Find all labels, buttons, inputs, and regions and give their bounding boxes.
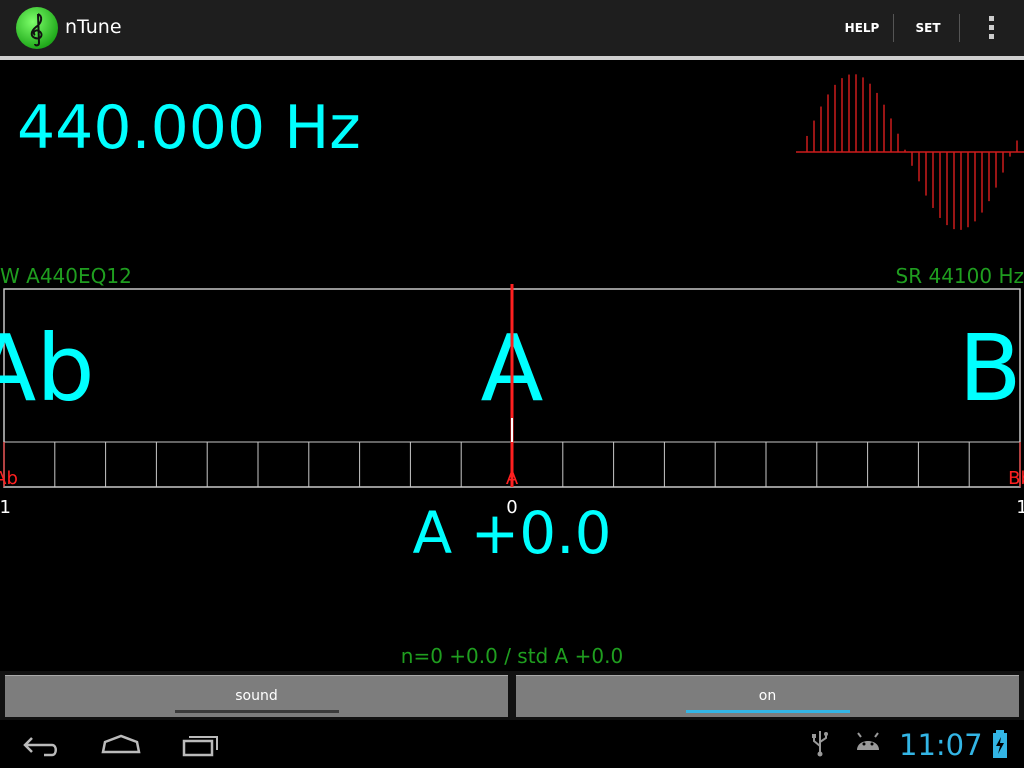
- button-bar: sound on: [0, 671, 1024, 720]
- set-button[interactable]: SET: [898, 0, 958, 56]
- app-title: nTune: [65, 16, 122, 38]
- recent-apps-icon[interactable]: [182, 728, 220, 762]
- divider: [959, 14, 960, 42]
- status-clock: 11:07: [899, 728, 983, 762]
- overflow-menu-icon[interactable]: [978, 14, 1006, 42]
- right-note-label: B: [958, 315, 1021, 422]
- action-bar-divider: [0, 56, 1024, 60]
- tuning-meter: Ab A B Ab A Bb -1 0 1: [0, 284, 1024, 518]
- back-icon[interactable]: [22, 728, 60, 762]
- home-icon[interactable]: [101, 728, 141, 762]
- action-bar: nTune HELP SET: [0, 0, 1024, 56]
- system-nav-bar: [0, 720, 1024, 768]
- right-small-note: Bb: [1008, 468, 1024, 489]
- note-reading: A +0.0: [412, 499, 612, 567]
- left-note-label: Ab: [0, 315, 95, 422]
- frequency-readout: 440.000 Hz: [17, 93, 361, 163]
- sound-button-label: sound: [235, 688, 278, 704]
- android-debug-icon: [857, 732, 879, 750]
- on-toggle-button[interactable]: on: [516, 675, 1019, 717]
- help-button[interactable]: HELP: [832, 0, 892, 56]
- left-small-note: Ab: [0, 468, 18, 489]
- sound-indicator: [174, 710, 339, 713]
- usb-icon: [812, 731, 828, 757]
- sound-toggle-button[interactable]: sound: [5, 675, 508, 717]
- divider: [893, 14, 894, 42]
- on-button-label: on: [758, 688, 777, 704]
- stats-line: n=0 +0.0 / std A +0.0: [400, 644, 624, 668]
- treble-clef-icon[interactable]: [15, 6, 59, 50]
- waveform-display: [796, 74, 1024, 230]
- on-indicator: [685, 710, 850, 713]
- battery-icon: [993, 730, 1007, 758]
